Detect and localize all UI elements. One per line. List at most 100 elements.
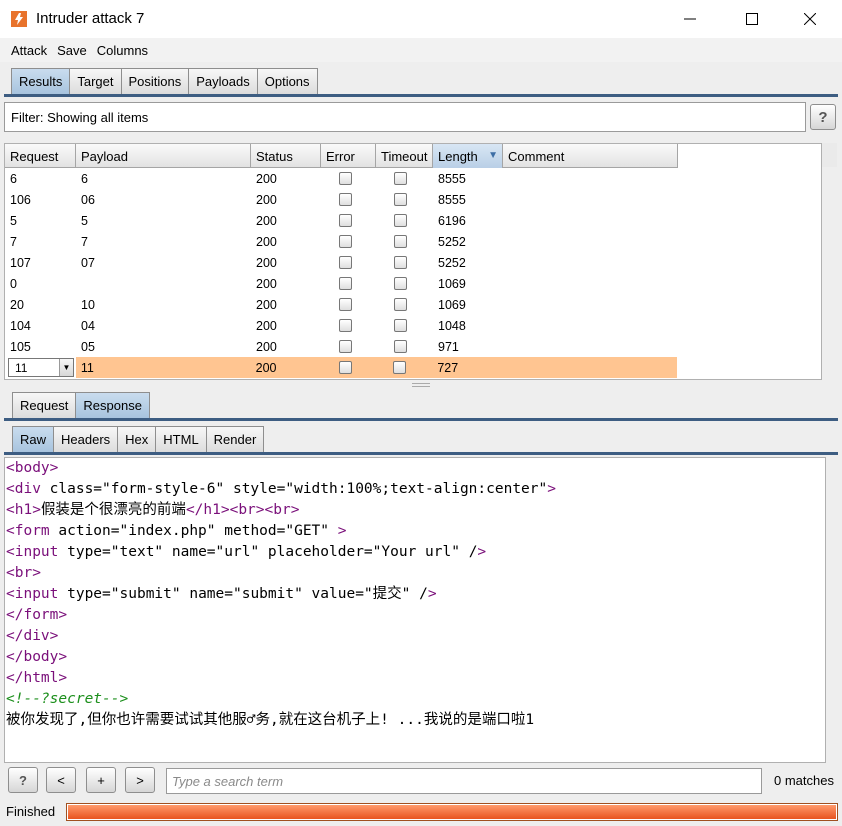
cell-payload: 04 <box>81 318 95 333</box>
response-viewer[interactable]: <body> <div class="form-style-6" style="… <box>4 457 826 763</box>
col-timeout[interactable]: Timeout <box>376 144 433 168</box>
menu-save[interactable]: Save <box>52 43 92 58</box>
cell-length: 971 <box>438 339 459 354</box>
burp-app-icon <box>11 11 27 27</box>
timeout-checkbox[interactable] <box>394 277 407 290</box>
col-payload[interactable]: Payload <box>76 144 251 168</box>
timeout-checkbox[interactable] <box>394 256 407 269</box>
code-line: 被你发现了,但你也许需要试试其他服♂务,就在这台机子上! ...我说的是端口啦1 <box>6 712 535 728</box>
timeout-checkbox[interactable] <box>393 361 407 374</box>
help-icon: ? <box>818 108 828 126</box>
timeout-checkbox[interactable] <box>394 214 407 227</box>
cell-status: 200 <box>256 213 277 228</box>
table-row[interactable]: 5 5 200 6196 <box>5 210 503 231</box>
tab-divider <box>4 452 838 455</box>
search-input[interactable] <box>172 773 761 789</box>
timeout-checkbox[interactable] <box>394 298 407 311</box>
col-length[interactable]: Length ▼ <box>433 144 503 168</box>
table-row[interactable]: 7 7 200 5252 <box>5 231 503 252</box>
close-button[interactable] <box>788 4 832 34</box>
table-row[interactable]: 6 6 200 8555 <box>5 168 503 189</box>
tab-request[interactable]: Request <box>12 392 77 418</box>
error-checkbox[interactable] <box>339 298 352 311</box>
tab-options[interactable]: Options <box>256 68 318 94</box>
timeout-checkbox[interactable] <box>394 193 407 206</box>
search-prev-button[interactable]: < <box>46 767 76 793</box>
timeout-checkbox[interactable] <box>394 172 407 185</box>
tab-positions[interactable]: Positions <box>120 68 190 94</box>
tab-payloads[interactable]: Payloads <box>188 68 258 94</box>
tab-divider <box>4 94 838 97</box>
error-checkbox[interactable] <box>339 235 352 248</box>
error-checkbox[interactable] <box>339 193 352 206</box>
cell-payload: 10 <box>81 297 95 312</box>
error-checkbox[interactable] <box>339 172 352 185</box>
cell-length: 6196 <box>438 213 466 228</box>
error-checkbox[interactable] <box>339 340 352 353</box>
error-checkbox[interactable] <box>339 214 352 227</box>
cell-request: 0 <box>10 276 17 291</box>
timeout-checkbox[interactable] <box>394 319 407 332</box>
search-help-button[interactable]: ? <box>8 767 38 793</box>
tab-results[interactable]: Results <box>11 68 71 94</box>
tab-hex[interactable]: Hex <box>117 426 157 452</box>
cell-request: 107 <box>10 255 31 270</box>
cell-request: 7 <box>10 234 17 249</box>
filter-bar[interactable]: Filter: Showing all items <box>4 102 806 132</box>
col-comment[interactable]: Comment <box>503 144 678 168</box>
maximize-button[interactable] <box>730 4 774 34</box>
minimize-button[interactable] <box>668 4 712 34</box>
cell-status: 200 <box>256 255 277 270</box>
cell-comment <box>502 357 677 378</box>
tab-target[interactable]: Target <box>69 68 122 94</box>
error-checkbox[interactable] <box>339 319 352 332</box>
table-corner <box>822 143 837 167</box>
results-table: Request Payload Status Error Timeout Len… <box>4 143 822 380</box>
help-icon: ? <box>19 772 27 788</box>
cell-request: 105 <box>10 339 31 354</box>
table-header: Request Payload Status Error Timeout Len… <box>5 144 678 168</box>
dropdown-arrow-icon[interactable]: ▼ <box>59 359 73 376</box>
code-line: <div class="form-style-6" style="width:1… <box>6 481 556 497</box>
col-error[interactable]: Error <box>321 144 376 168</box>
table-row[interactable]: 107 07 200 5252 <box>5 252 503 273</box>
search-field[interactable] <box>166 768 762 794</box>
table-row-selected[interactable]: 11 ▼ 11 200 727 <box>5 357 677 378</box>
tab-divider <box>4 418 838 421</box>
code-line: <br> <box>6 565 41 581</box>
table-row[interactable]: 106 06 200 8555 <box>5 189 503 210</box>
error-checkbox[interactable] <box>338 361 352 374</box>
cell-length: 1069 <box>438 276 466 291</box>
main-tabs: Results Target Positions Payloads Option… <box>11 68 318 94</box>
cell-status: 200 <box>256 192 277 207</box>
table-row[interactable]: 104 04 200 1048 <box>5 315 503 336</box>
timeout-checkbox[interactable] <box>394 235 407 248</box>
table-row[interactable]: 0 200 1069 <box>5 273 503 294</box>
error-checkbox[interactable] <box>339 277 352 290</box>
code-line: <!--?secret--> <box>6 691 129 707</box>
tab-response[interactable]: Response <box>75 392 150 418</box>
search-add-button[interactable]: + <box>86 767 116 793</box>
request-combo[interactable]: 11 ▼ <box>8 358 74 377</box>
title-bar: Intruder attack 7 <box>0 0 842 38</box>
split-pane-handle[interactable] <box>412 383 430 387</box>
code-line: </div> <box>6 628 59 644</box>
col-status[interactable]: Status <box>251 144 321 168</box>
table-row[interactable]: 105 05 200 971 <box>5 336 503 357</box>
cell-request: 6 <box>10 171 17 186</box>
status-text: Finished <box>6 804 56 819</box>
tab-headers[interactable]: Headers <box>53 426 119 452</box>
tab-html[interactable]: HTML <box>155 426 207 452</box>
menu-attack[interactable]: Attack <box>6 43 52 58</box>
search-next-button[interactable]: > <box>125 767 155 793</box>
tab-raw[interactable]: Raw <box>12 426 55 452</box>
timeout-checkbox[interactable] <box>394 340 407 353</box>
table-row[interactable]: 20 10 200 1069 <box>5 294 503 315</box>
tab-render[interactable]: Render <box>205 426 265 452</box>
progress-bar <box>66 803 838 821</box>
error-checkbox[interactable] <box>339 256 352 269</box>
col-request[interactable]: Request <box>5 144 76 168</box>
cell-length: 5252 <box>438 255 466 270</box>
filter-help-button[interactable]: ? <box>810 104 836 130</box>
menu-columns[interactable]: Columns <box>92 43 153 58</box>
